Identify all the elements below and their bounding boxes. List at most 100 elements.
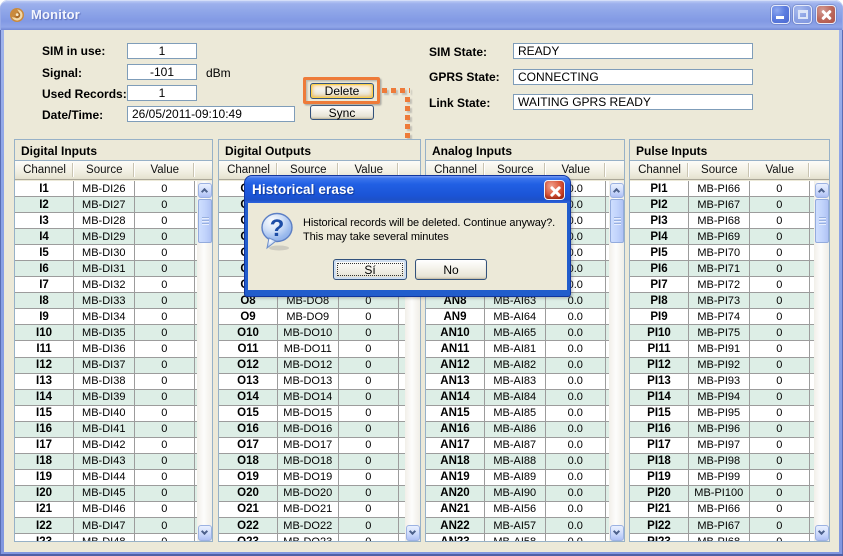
table-row[interactable]: AN15MB-AI850.0 (426, 406, 609, 422)
table-row[interactable]: PI15MB-PI950 (630, 406, 814, 422)
table-row[interactable]: PI14MB-PI940 (630, 390, 814, 406)
table-row[interactable]: I15MB-DI400 (15, 406, 197, 422)
table-row[interactable]: I18MB-DI430 (15, 454, 197, 470)
table-row[interactable]: AN19MB-AI890.0 (426, 470, 609, 486)
column-header-channel[interactable]: Channel (630, 161, 689, 179)
scroll-up-button[interactable] (815, 183, 829, 199)
table-row[interactable]: AN14MB-AI840.0 (426, 390, 609, 406)
table-row[interactable]: AN12MB-AI820.0 (426, 358, 609, 374)
signal-field[interactable]: -101 (127, 64, 197, 80)
table-row[interactable]: AN22MB-AI570.0 (426, 518, 609, 534)
close-button[interactable] (816, 5, 836, 24)
date-time-field[interactable]: 26/05/2011-09:10:49 (127, 106, 295, 122)
table-row[interactable]: PI22MB-PI670 (630, 518, 814, 534)
table-row[interactable]: AN17MB-AI870.0 (426, 438, 609, 454)
scroll-up-button[interactable] (198, 183, 212, 199)
table-row[interactable]: AN23MB-AI580.0 (426, 534, 609, 541)
sync-button[interactable]: Sync (310, 105, 374, 120)
table-row[interactable]: PI18MB-PI980 (630, 454, 814, 470)
table-row[interactable]: I9MB-DI340 (15, 309, 197, 325)
link-state-field[interactable]: WAITING GPRS READY (513, 94, 753, 110)
scroll-down-button[interactable] (610, 525, 624, 541)
table-row[interactable]: O12MB-DO120 (219, 358, 405, 374)
table-row[interactable]: I17MB-DI420 (15, 438, 197, 454)
table-row[interactable]: I1MB-DI260 (15, 181, 197, 197)
table-row[interactable]: I22MB-DI470 (15, 518, 197, 534)
vertical-scrollbar[interactable] (609, 181, 624, 541)
table-row[interactable]: O14MB-DO140 (219, 390, 405, 406)
sim-in-use-field[interactable]: 1 (127, 43, 197, 59)
dialog-yes-button[interactable]: Sí (333, 259, 407, 280)
column-header-value[interactable]: Value (135, 161, 196, 179)
table-row[interactable]: O22MB-DO220 (219, 518, 405, 534)
table-row[interactable]: PI17MB-PI970 (630, 438, 814, 454)
column-header-value[interactable]: Value (750, 161, 811, 179)
table-row[interactable]: PI2MB-PI670 (630, 197, 814, 213)
table-row[interactable]: O11MB-DO110 (219, 341, 405, 357)
table-row[interactable]: I4MB-DI290 (15, 229, 197, 245)
table-row[interactable]: PI21MB-PI660 (630, 502, 814, 518)
table-row[interactable]: I7MB-DI320 (15, 277, 197, 293)
table-row[interactable]: PI12MB-PI920 (630, 358, 814, 374)
table-row[interactable]: I13MB-DI380 (15, 374, 197, 390)
minimize-button[interactable] (771, 5, 790, 24)
table-row[interactable]: O19MB-DO190 (219, 470, 405, 486)
table-row[interactable]: PI10MB-PI750 (630, 325, 814, 341)
table-row[interactable]: I21MB-DI460 (15, 502, 197, 518)
table-row[interactable]: O9MB-DO90 (219, 309, 405, 325)
scroll-down-button[interactable] (198, 525, 212, 541)
table-row[interactable]: I19MB-DI440 (15, 470, 197, 486)
scrollbar-thumb[interactable] (610, 199, 624, 243)
table-row[interactable]: AN16MB-AI860.0 (426, 422, 609, 438)
table-row[interactable]: AN9MB-AI640.0 (426, 309, 609, 325)
table-row[interactable]: PI13MB-PI930 (630, 374, 814, 390)
table-row[interactable]: O21MB-DO210 (219, 502, 405, 518)
vertical-scrollbar[interactable] (197, 181, 212, 541)
table-row[interactable]: O18MB-DO180 (219, 454, 405, 470)
dialog-close-button[interactable] (544, 180, 565, 200)
table-row[interactable]: O16MB-DO160 (219, 422, 405, 438)
table-row[interactable]: O20MB-DO200 (219, 486, 405, 502)
maximize-button[interactable] (793, 5, 812, 24)
table-row[interactable]: I2MB-DI270 (15, 197, 197, 213)
sim-state-field[interactable]: READY (513, 43, 753, 59)
table-row[interactable]: O23MB-DO230 (219, 534, 405, 541)
table-row[interactable]: AN10MB-AI650.0 (426, 325, 609, 341)
scroll-up-button[interactable] (610, 183, 624, 199)
column-header-source[interactable]: Source (689, 161, 750, 179)
table-row[interactable]: I11MB-DI360 (15, 341, 197, 357)
table-row[interactable]: I14MB-DI390 (15, 390, 197, 406)
used-records-field[interactable]: 1 (127, 85, 197, 101)
table-row[interactable]: PI3MB-PI680 (630, 213, 814, 229)
table-row[interactable]: I6MB-DI310 (15, 261, 197, 277)
scroll-down-button[interactable] (406, 525, 420, 541)
table-row[interactable]: AN11MB-AI810.0 (426, 341, 609, 357)
table-row[interactable]: PI7MB-PI720 (630, 277, 814, 293)
dialog-no-button[interactable]: No (415, 259, 487, 280)
table-row[interactable]: PI9MB-PI740 (630, 309, 814, 325)
column-header-channel[interactable]: Channel (15, 161, 74, 179)
table-row[interactable]: PI8MB-PI730 (630, 293, 814, 309)
table-row[interactable]: I23MB-DI480 (15, 534, 197, 541)
scrollbar-thumb[interactable] (815, 199, 829, 243)
table-row[interactable]: PI4MB-PI690 (630, 229, 814, 245)
gprs-state-field[interactable]: CONNECTING (513, 69, 753, 85)
table-row[interactable]: I16MB-DI410 (15, 422, 197, 438)
table-row[interactable]: I8MB-DI330 (15, 293, 197, 309)
table-row[interactable]: AN20MB-AI900.0 (426, 486, 609, 502)
column-header-source[interactable]: Source (74, 161, 135, 179)
table-row[interactable]: AN21MB-AI560.0 (426, 502, 609, 518)
table-row[interactable]: PI11MB-PI910 (630, 341, 814, 357)
scroll-down-button[interactable] (815, 525, 829, 541)
table-row[interactable]: O17MB-DO170 (219, 438, 405, 454)
table-row[interactable]: O15MB-DO150 (219, 406, 405, 422)
table-row[interactable]: I20MB-DI450 (15, 486, 197, 502)
table-row[interactable]: PI19MB-PI990 (630, 470, 814, 486)
vertical-scrollbar[interactable] (814, 181, 829, 541)
table-row[interactable]: PI16MB-PI960 (630, 422, 814, 438)
table-row[interactable]: I12MB-DI370 (15, 358, 197, 374)
table-row[interactable]: PI20MB-PI1000 (630, 486, 814, 502)
scrollbar-thumb[interactable] (198, 199, 212, 243)
table-row[interactable]: AN18MB-AI880.0 (426, 454, 609, 470)
table-row[interactable]: I3MB-DI280 (15, 213, 197, 229)
